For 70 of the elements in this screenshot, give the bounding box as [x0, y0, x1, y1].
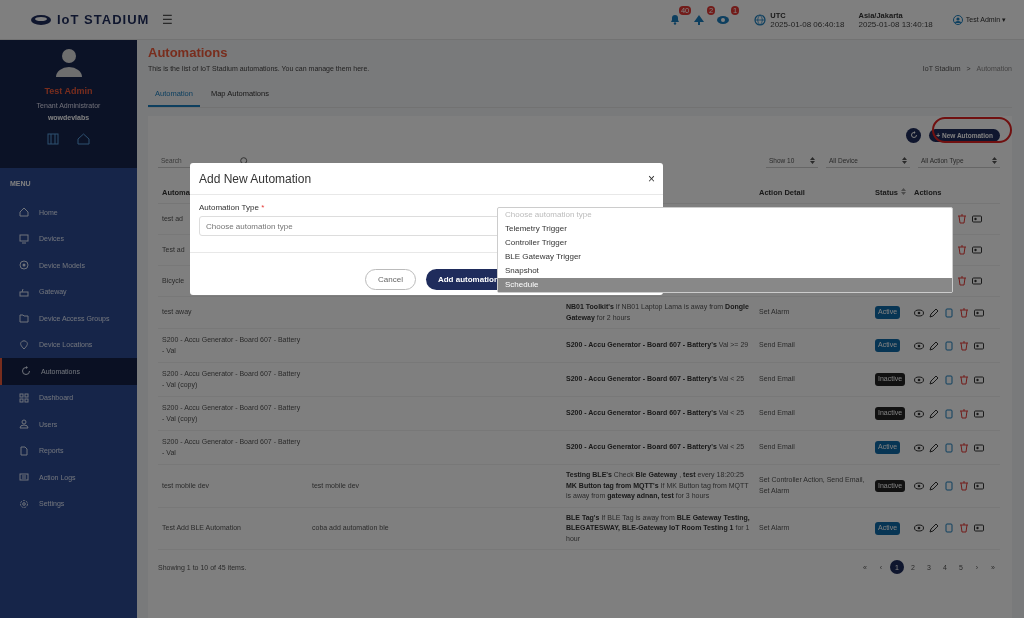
- pencil-icon[interactable]: [929, 374, 939, 385]
- refresh-icon: [909, 131, 918, 139]
- card-icon[interactable]: [974, 374, 984, 385]
- card-icon[interactable]: [972, 245, 982, 255]
- card-icon[interactable]: [974, 442, 984, 453]
- grid-icon: [19, 392, 29, 403]
- profile-name: Test Admin: [44, 86, 93, 96]
- cancel-button[interactable]: Cancel: [365, 269, 416, 290]
- eye-icon[interactable]: [914, 480, 924, 491]
- user-icon: [952, 14, 963, 25]
- clock-time: 2025-01-08 13:40:18: [858, 19, 933, 29]
- user-icon: [19, 419, 29, 430]
- sort-caret-icon: [810, 157, 815, 164]
- trash-icon[interactable]: [959, 442, 969, 453]
- close-button[interactable]: ×: [648, 171, 655, 186]
- card-icon[interactable]: [974, 408, 984, 419]
- pencil-icon[interactable]: [929, 523, 939, 534]
- trash-icon[interactable]: [959, 408, 969, 419]
- pencil-icon[interactable]: [929, 442, 939, 453]
- document-icon: [19, 445, 29, 456]
- folder-icon: [19, 313, 29, 324]
- card-icon[interactable]: [974, 480, 984, 491]
- pencil-icon[interactable]: [929, 340, 939, 351]
- pencil-icon[interactable]: [929, 307, 939, 318]
- dropdown-option[interactable]: Controller Trigger: [498, 236, 952, 250]
- dropdown-option[interactable]: Schedule: [498, 278, 952, 292]
- eye-icon[interactable]: [914, 340, 924, 351]
- sort-caret-icon: [902, 157, 907, 164]
- logo-text: IoT STADIUM: [57, 12, 150, 27]
- sort-caret-icon: [992, 157, 997, 164]
- dropdown-option[interactable]: BLE Gateway Trigger: [498, 250, 952, 264]
- card-icon[interactable]: [972, 214, 982, 224]
- refresh-button[interactable]: [906, 127, 922, 143]
- eye-icon[interactable]: [914, 523, 924, 534]
- eye-icon[interactable]: [914, 408, 924, 419]
- pencil-icon[interactable]: [929, 480, 939, 491]
- modal-title: Add New Automation: [199, 171, 312, 186]
- card-icon[interactable]: [974, 307, 984, 318]
- clock-time: 2025-01-08 06:40:18: [770, 19, 845, 29]
- pencil-icon[interactable]: [929, 408, 939, 419]
- globe-icon: [754, 13, 767, 26]
- eye-icon[interactable]: [914, 442, 924, 453]
- card-icon[interactable]: [974, 340, 984, 351]
- chip-icon: [19, 260, 29, 271]
- eye-icon[interactable]: [716, 13, 731, 26]
- card-icon[interactable]: [972, 276, 982, 286]
- trash-icon[interactable]: [959, 374, 969, 385]
- sort-icon: [900, 188, 906, 195]
- pin-icon: [19, 339, 29, 350]
- router-icon: [19, 286, 29, 297]
- trash-icon[interactable]: [957, 245, 967, 255]
- menu-button[interactable]: ☰: [162, 12, 173, 27]
- home-icon: [19, 207, 29, 218]
- card-icon[interactable]: [974, 523, 984, 534]
- page-title: Automations: [148, 45, 229, 60]
- trash-icon[interactable]: [959, 480, 969, 491]
- settings-icon: [19, 498, 29, 509]
- required-mark: *: [261, 203, 265, 212]
- trash-icon[interactable]: [959, 523, 969, 534]
- cycle-icon: [21, 366, 31, 377]
- list-icon: [19, 472, 29, 483]
- trash-icon[interactable]: [959, 307, 969, 318]
- eye-icon[interactable]: [914, 374, 924, 385]
- tree-icon[interactable]: [692, 13, 707, 26]
- eye-icon[interactable]: [914, 307, 924, 318]
- trash-icon[interactable]: [959, 340, 969, 351]
- monitor-icon: [19, 233, 29, 244]
- field-label: Automation Type: [199, 203, 259, 212]
- trash-icon[interactable]: [957, 276, 967, 286]
- trash-icon[interactable]: [957, 214, 967, 224]
